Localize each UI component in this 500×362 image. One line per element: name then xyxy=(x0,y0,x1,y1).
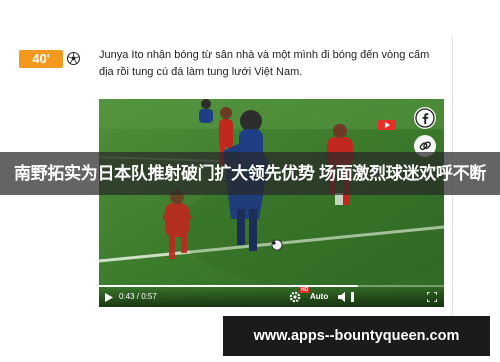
commentary-text: Junya Ito nhận bóng từ sân nhà và một mì… xyxy=(99,49,430,78)
share-facebook-button[interactable] xyxy=(414,107,436,129)
video-frame[interactable] xyxy=(99,99,444,307)
fullscreen-icon[interactable] xyxy=(427,292,437,302)
headline-banner: 南野拓实为日本队推射破门扩大领先优势 场面激烈球迷欢呼不断 xyxy=(0,152,500,195)
video-player[interactable]: 0:43 / 0:57 HD Auto xyxy=(99,99,444,307)
hd-badge: HD xyxy=(300,287,310,293)
progress-fill xyxy=(99,285,358,287)
page: 40' Junya Ito nhận bóng từ sân nhà và mộ… xyxy=(0,0,500,362)
facebook-icon xyxy=(415,108,435,128)
quality-selector[interactable]: Auto xyxy=(310,292,328,302)
volume-icon[interactable] xyxy=(338,292,349,302)
time-total: 0:57 xyxy=(141,292,157,301)
soccer-ball-icon xyxy=(67,52,80,65)
minute-badge: 40' xyxy=(19,50,63,68)
time-current: 0:43 xyxy=(119,292,135,301)
headline-text: 南野拓实为日本队推射破门扩大领先优势 场面激烈球迷欢呼不断 xyxy=(13,164,487,183)
volume-level-icon[interactable] xyxy=(351,292,355,302)
time-readout: 0:43 / 0:57 xyxy=(119,292,157,302)
play-icon[interactable] xyxy=(104,293,113,302)
progress-bar[interactable] xyxy=(99,285,444,287)
brand-logo-icon xyxy=(378,120,396,130)
url-watermark-text: www.apps--bountyqueen.com xyxy=(253,328,460,344)
video-controls: 0:43 / 0:57 HD Auto xyxy=(99,285,444,307)
url-watermark-banner: www.apps--bountyqueen.com xyxy=(223,316,490,356)
